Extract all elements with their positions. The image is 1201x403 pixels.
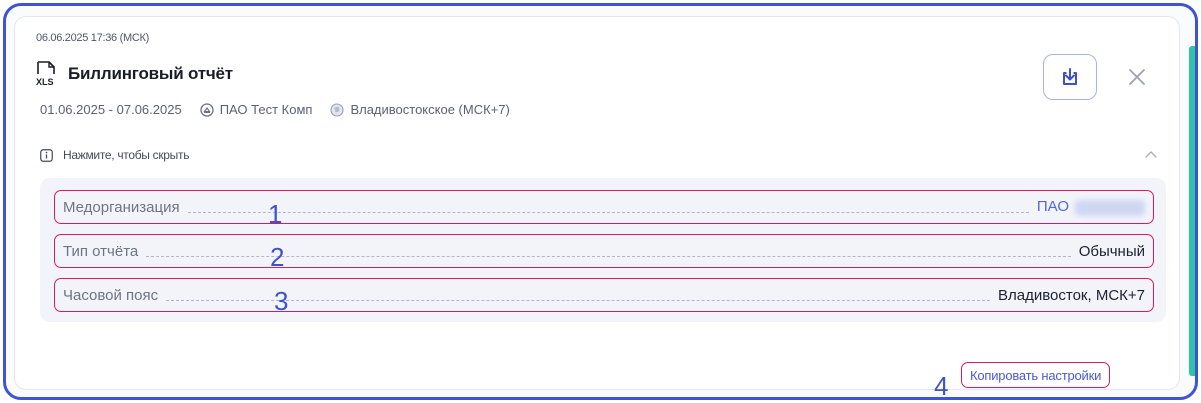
setting-value: Владивосток, МСК+7 (998, 286, 1145, 304)
setting-value-organization-link[interactable]: ПАО (1037, 198, 1145, 216)
setting-label: Часовой пояс (63, 286, 159, 304)
dotted-leader (187, 211, 1029, 213)
dotted-leader (166, 299, 991, 301)
setting-label: Медорганизация (63, 198, 180, 216)
annotation-marker-3: 3 (274, 286, 289, 316)
setting-label: Тип отчёта (63, 242, 139, 260)
dotted-leader (146, 255, 1071, 257)
chevron-up-icon[interactable] (1142, 146, 1160, 164)
redacted-text (1075, 199, 1145, 216)
setting-row-timezone: Часовой пояс Владивосток, МСК+7 (54, 278, 1154, 312)
setting-value: Обычный (1078, 242, 1145, 260)
info-icon (40, 148, 53, 162)
side-accent-bar (1189, 46, 1195, 376)
collapse-hint-text: Нажмите, чтобы скрыть (63, 148, 190, 162)
download-button[interactable] (1043, 54, 1097, 100)
report-meta: 01.06.2025 - 07.06.2025 ПАО Тест Комп Вл… (40, 102, 510, 117)
copy-settings-button[interactable]: Копировать настройки (961, 362, 1111, 388)
globe-icon (330, 102, 344, 117)
organization-icon (200, 102, 214, 117)
report-card-frame: 06.06.2025 17:36 (МСК) XLS Биллинговый о… (3, 3, 1198, 400)
settings-panel: Медорганизация ПАО Тип отчёта Обычный Ча… (40, 178, 1166, 322)
annotation-marker-1: 1 (268, 199, 283, 229)
report-organization: ПАО Тест Комп (219, 102, 313, 117)
report-timestamp: 06.06.2025 17:36 (МСК) (36, 32, 149, 44)
xls-file-icon: XLS (36, 61, 55, 87)
annotation-marker-4: 4 (934, 371, 949, 400)
annotation-marker-2: 2 (270, 242, 285, 272)
setting-row-report-type: Тип отчёта Обычный (54, 234, 1154, 268)
close-button[interactable] (1124, 64, 1150, 90)
collapse-hint[interactable]: Нажмите, чтобы скрыть (40, 148, 189, 162)
download-icon (1063, 68, 1077, 85)
report-period: 01.06.2025 - 07.06.2025 (40, 102, 182, 117)
close-icon (1129, 69, 1145, 85)
svg-text:XLS: XLS (36, 77, 54, 87)
report-title-row: XLS Биллинговый отчёт (34, 60, 233, 88)
report-title: Биллинговый отчёт (68, 64, 233, 83)
report-timezone: Владивостокское (МСК+7) (350, 102, 510, 117)
setting-row-organization: Медорганизация ПАО (54, 190, 1154, 224)
